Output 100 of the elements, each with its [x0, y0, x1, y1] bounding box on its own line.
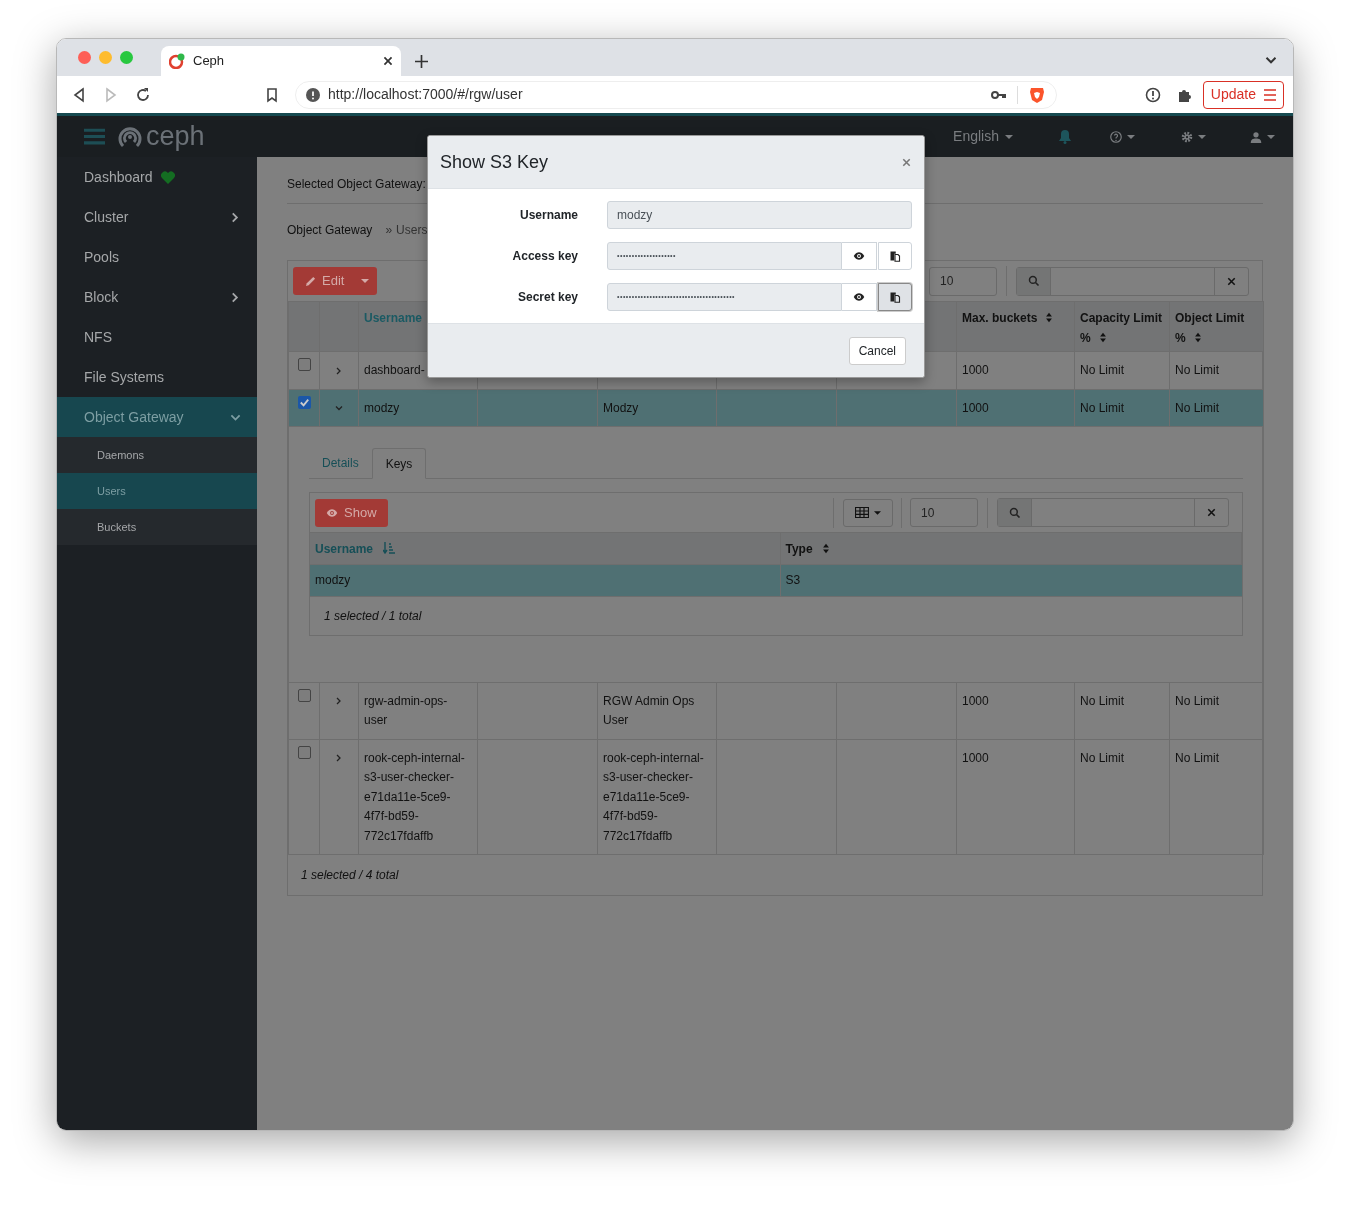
copy-button[interactable]: [878, 283, 912, 311]
max-buckets-cell: 1000: [962, 693, 989, 708]
caret-icon: [1267, 134, 1275, 139]
help-dropdown[interactable]: [1110, 130, 1135, 143]
user-dropdown[interactable]: [1250, 130, 1275, 143]
copy-icon: [889, 291, 901, 303]
field-label: Username: [518, 207, 578, 224]
field-label: Access key: [511, 248, 578, 265]
settings-dropdown[interactable]: [1181, 130, 1206, 143]
caret-icon: [1127, 134, 1135, 139]
settings-icon: [1181, 130, 1193, 143]
tab[interactable]: Keys: [371, 448, 427, 479]
page-size-field[interactable]: 10: [929, 266, 997, 296]
close-icon: [1207, 508, 1216, 517]
sort-icon: [821, 542, 830, 554]
username-cell: rgw-admin-ops-user: [364, 693, 448, 727]
type-cell[interactable]: S3: [780, 564, 1242, 596]
capacity-limit-cell: No Limit: [1080, 400, 1124, 415]
close-window-icon[interactable]: [78, 51, 91, 64]
language-dropdown[interactable]: English: [953, 126, 1013, 147]
copy-icon: [889, 250, 901, 262]
eye-icon: [853, 250, 865, 262]
capacity-limit-cell: No Limit: [1080, 693, 1124, 708]
close-icon[interactable]: [383, 56, 393, 66]
sidebar-subitem[interactable]: Buckets: [57, 509, 257, 545]
display-name-cell: RGW Admin Ops User: [603, 693, 695, 727]
search-field[interactable]: [1016, 266, 1249, 296]
close-icon: [1227, 276, 1236, 286]
row-checkbox[interactable]: [297, 358, 311, 371]
menu-icon: [1264, 88, 1276, 101]
field-label: Secret key: [516, 289, 578, 306]
row-checkbox[interactable]: [297, 395, 311, 409]
search-icon: [1008, 506, 1021, 519]
table-icon: [855, 507, 869, 518]
browser-tab[interactable]: Ceph: [161, 46, 401, 76]
table-footer-text: 1 selected / 4 total: [301, 867, 399, 884]
breadcrumb-item: Users: [396, 222, 428, 239]
sidebar-item[interactable]: Pools: [57, 237, 257, 277]
sidebar-subitem[interactable]: Users: [57, 473, 257, 509]
max-buckets-cell: 1000: [962, 363, 989, 377]
sidebar-item[interactable]: NFS: [57, 317, 257, 357]
username-cell: modzy: [364, 400, 400, 415]
row-checkbox[interactable]: [297, 745, 311, 759]
sort-icon: [1045, 312, 1054, 323]
user-icon: [1250, 130, 1262, 143]
info-icon: [306, 87, 320, 102]
caret-icon: [361, 279, 370, 283]
max-buckets-cell: 1000: [962, 750, 989, 765]
help-icon: [1110, 130, 1122, 143]
sidebar-item[interactable]: Cluster: [57, 197, 257, 237]
cancel-button[interactable]: Cancel: [848, 336, 906, 365]
address-bar[interactable]: http://localhost:7000/#/rgw/user: [295, 80, 1057, 109]
username-field[interactable]: modzy: [607, 201, 912, 229]
display-name-cell: Modzy: [603, 400, 639, 415]
caret-icon: [1198, 134, 1206, 139]
modal-title: Show S3 Key: [440, 150, 550, 174]
new-tab-icon[interactable]: [415, 55, 428, 68]
chevron-right-icon[interactable]: [335, 697, 343, 706]
logo-text: ceph: [146, 123, 205, 150]
search-field[interactable]: [997, 498, 1229, 527]
sidebar-subitem[interactable]: Daemons: [57, 437, 257, 473]
columns-button[interactable]: [843, 498, 893, 527]
object-limit-cell: No Limit: [1175, 400, 1219, 415]
ceph-favicon-icon: [169, 53, 185, 69]
max-buckets-cell: 1000: [962, 400, 989, 415]
search-icon: [1027, 275, 1040, 287]
back-icon[interactable]: [71, 86, 87, 103]
object-limit-cell: No Limit: [1175, 363, 1219, 377]
bookmark-icon[interactable]: [264, 86, 280, 103]
eye-icon: [326, 506, 338, 519]
object-limit-cell: No Limit: [1175, 693, 1219, 708]
row-checkbox[interactable]: [297, 688, 311, 702]
pencil-icon: [305, 275, 316, 287]
display-name-cell: rook-ceph-internal-s3-user-checker-e71da11e-5ce9-4f7f-bd59-772c17fdaffb: [603, 750, 704, 843]
chevron-right-icon[interactable]: [335, 366, 343, 375]
chevron-right-icon[interactable]: [335, 754, 343, 763]
breadcrumb-item[interactable]: Object Gateway: [287, 221, 373, 239]
caret-icon: [1005, 134, 1013, 139]
page-size-field[interactable]: 10: [910, 498, 978, 527]
sidebar-item[interactable]: File Systems: [57, 357, 257, 397]
eye-icon: [853, 291, 865, 303]
gateway-label: Selected Object Gateway:: [287, 176, 427, 193]
sidebar-item[interactable]: Block: [57, 277, 257, 317]
show-key-button[interactable]: [842, 242, 877, 270]
username-cell: dashboard-: [364, 363, 425, 377]
reload-icon[interactable]: [135, 86, 151, 103]
username-cell[interactable]: modzy: [310, 564, 780, 596]
object-limit-cell: No Limit: [1175, 750, 1219, 765]
sidebar-item[interactable]: Dashboard: [57, 157, 257, 197]
update-button[interactable]: Update: [1202, 80, 1284, 109]
sidebar-item[interactable]: Object Gateway: [57, 397, 257, 437]
chevron-down-icon[interactable]: [1265, 54, 1277, 66]
sort-ascending-icon: [383, 541, 396, 554]
show-button[interactable]: Show: [315, 498, 388, 527]
info-circle-icon[interactable]: [1144, 86, 1161, 103]
show-key-button[interactable]: [842, 283, 877, 311]
capacity-limit-cell: No Limit: [1080, 750, 1124, 765]
username-cell: rook-ceph-internal-s3-user-checker-e71da11e-5ce9-4f7f-bd59-772c17fdaffb: [364, 750, 465, 843]
caret-icon: [874, 510, 881, 515]
column-header[interactable]: Type: [780, 532, 1242, 565]
